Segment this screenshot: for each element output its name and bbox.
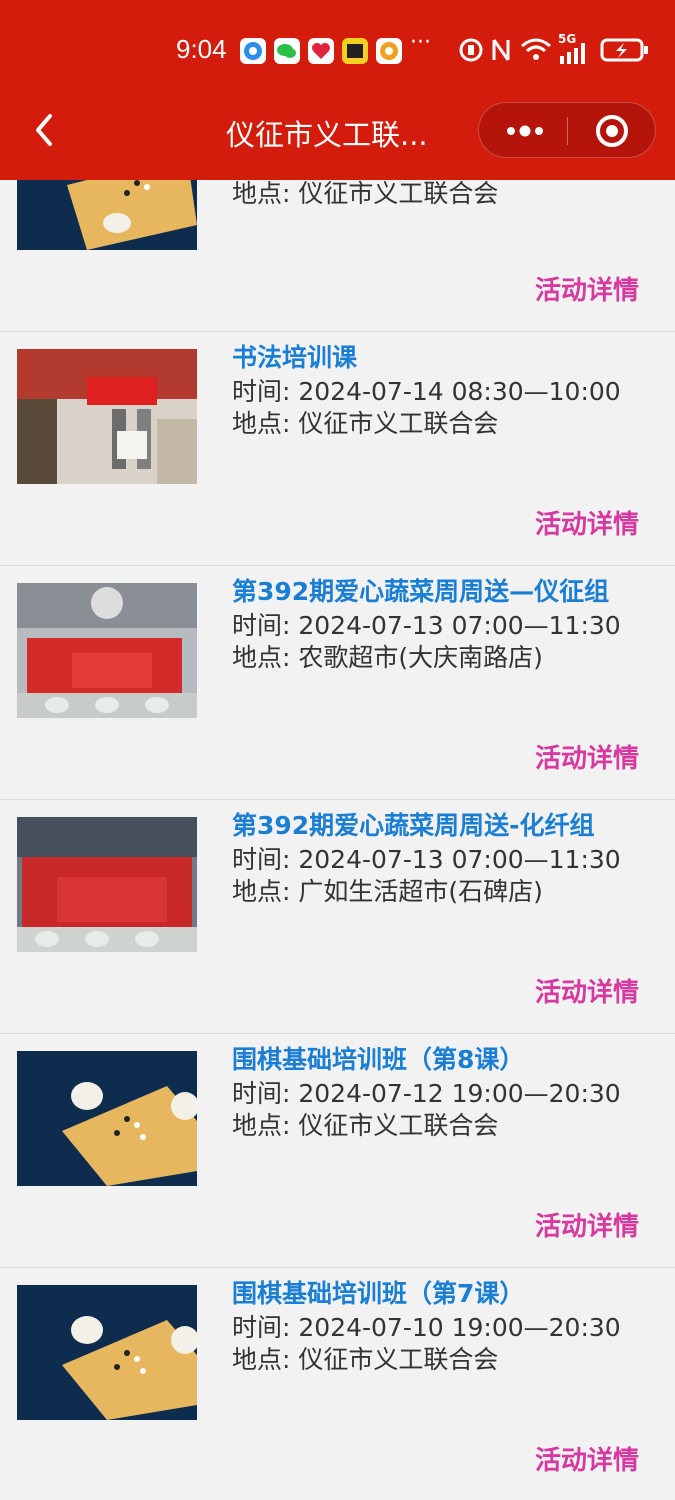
- more-menu-button[interactable]: [479, 103, 567, 159]
- activity-item[interactable]: 第392期爱心蔬菜周周送-化纤组 时间: 2024-07-13 07:00—11…: [0, 800, 675, 1034]
- activity-thumbnail: [17, 583, 197, 718]
- activity-item[interactable]: 书法培训课 时间: 2024-07-14 08:30—10:00 地点: 仪征市…: [0, 332, 675, 566]
- activity-detail-link[interactable]: 活动详情: [535, 504, 639, 541]
- activity-title[interactable]: 第392期爱心蔬菜周周送—仪征组: [232, 572, 609, 608]
- heart-app-icon: [308, 38, 334, 64]
- status-time: 9:04: [176, 34, 227, 64]
- activity-place: 地点: 仪征市义工联合会: [232, 1345, 499, 1374]
- wechat-icon: [274, 38, 300, 64]
- activity-detail-link[interactable]: 活动详情: [535, 1440, 639, 1477]
- activity-thumbnail: [17, 349, 197, 484]
- nfc-icon: [492, 39, 510, 61]
- nav-bar: 仪征市义工联...: [0, 96, 675, 168]
- battery-icon: [600, 38, 648, 62]
- activity-thumbnail: [17, 1051, 197, 1186]
- activity-thumbnail: [17, 817, 197, 952]
- activity-detail-link[interactable]: 活动详情: [535, 972, 639, 1009]
- activity-title[interactable]: 第392期爱心蔬菜周周送-化纤组: [232, 806, 595, 842]
- page-title: 仪征市义工联...: [226, 118, 428, 152]
- activity-place: 地点: 农歌超市(大庆南路店): [232, 643, 543, 672]
- activity-item[interactable]: 围棋基础培训班（第7课） 时间: 2024-07-10 19:00—20:30 …: [0, 1268, 675, 1500]
- activity-item[interactable]: 第392期爱心蔬菜周周送—仪征组 时间: 2024-07-13 07:00—11…: [0, 566, 675, 800]
- app-icon-1: [240, 38, 266, 64]
- activity-detail-link[interactable]: 活动详情: [535, 1206, 639, 1243]
- more-notifications: ···: [410, 30, 431, 55]
- app-icon-5: [376, 38, 402, 64]
- activity-time: 时间: 2024-07-10 19:00—20:30: [232, 1313, 621, 1342]
- activity-time: 时间: 2024-07-13 07:00—11:30: [232, 845, 621, 874]
- activity-thumbnail: [17, 1285, 197, 1420]
- activity-time: 时间: 2024-07-14 08:30—10:00: [232, 377, 621, 406]
- activity-place: 地点: 广如生活超市(石碑店): [232, 877, 543, 906]
- back-button[interactable]: [30, 110, 60, 150]
- activity-title[interactable]: 书法培训课: [232, 338, 357, 374]
- activity-place: 地点: 仪征市义工联合会: [232, 1111, 499, 1140]
- activity-item[interactable]: 围棋基础培训班（第8课） 时间: 2024-07-12 19:00—20:30 …: [0, 1034, 675, 1268]
- hd-call-icon: [459, 38, 483, 62]
- more-dots-icon: [507, 125, 543, 137]
- app-header: 9:04 ··· 5G 仪征市义工联...: [0, 0, 675, 180]
- close-mini-program-button[interactable]: [568, 103, 656, 159]
- activity-time: 时间: 2024-07-12 19:00—20:30: [232, 1079, 621, 1108]
- activity-time: 时间: 2024-07-13 07:00—11:30: [232, 611, 621, 640]
- activity-detail-link[interactable]: 活动详情: [535, 270, 639, 307]
- activity-title[interactable]: 围棋基础培训班（第7课）: [232, 1274, 524, 1310]
- activity-list: 地点: 仪征市义工联合会 活动详情 书法培训课 时间: 2024-07-14 0…: [0, 98, 675, 1500]
- wifi-icon: [521, 38, 551, 60]
- activity-place: 地点: 仪征市义工联合会: [232, 409, 499, 438]
- status-bar: 9:04 ··· 5G: [0, 26, 675, 74]
- activity-detail-link[interactable]: 活动详情: [535, 738, 639, 775]
- chevron-left-icon: [36, 114, 52, 146]
- news-app-icon: [342, 38, 368, 64]
- signal-icon: [560, 43, 585, 64]
- activity-title[interactable]: 围棋基础培训班（第8课）: [232, 1040, 524, 1076]
- target-close-icon: [596, 115, 628, 147]
- mini-program-capsule: [478, 102, 656, 158]
